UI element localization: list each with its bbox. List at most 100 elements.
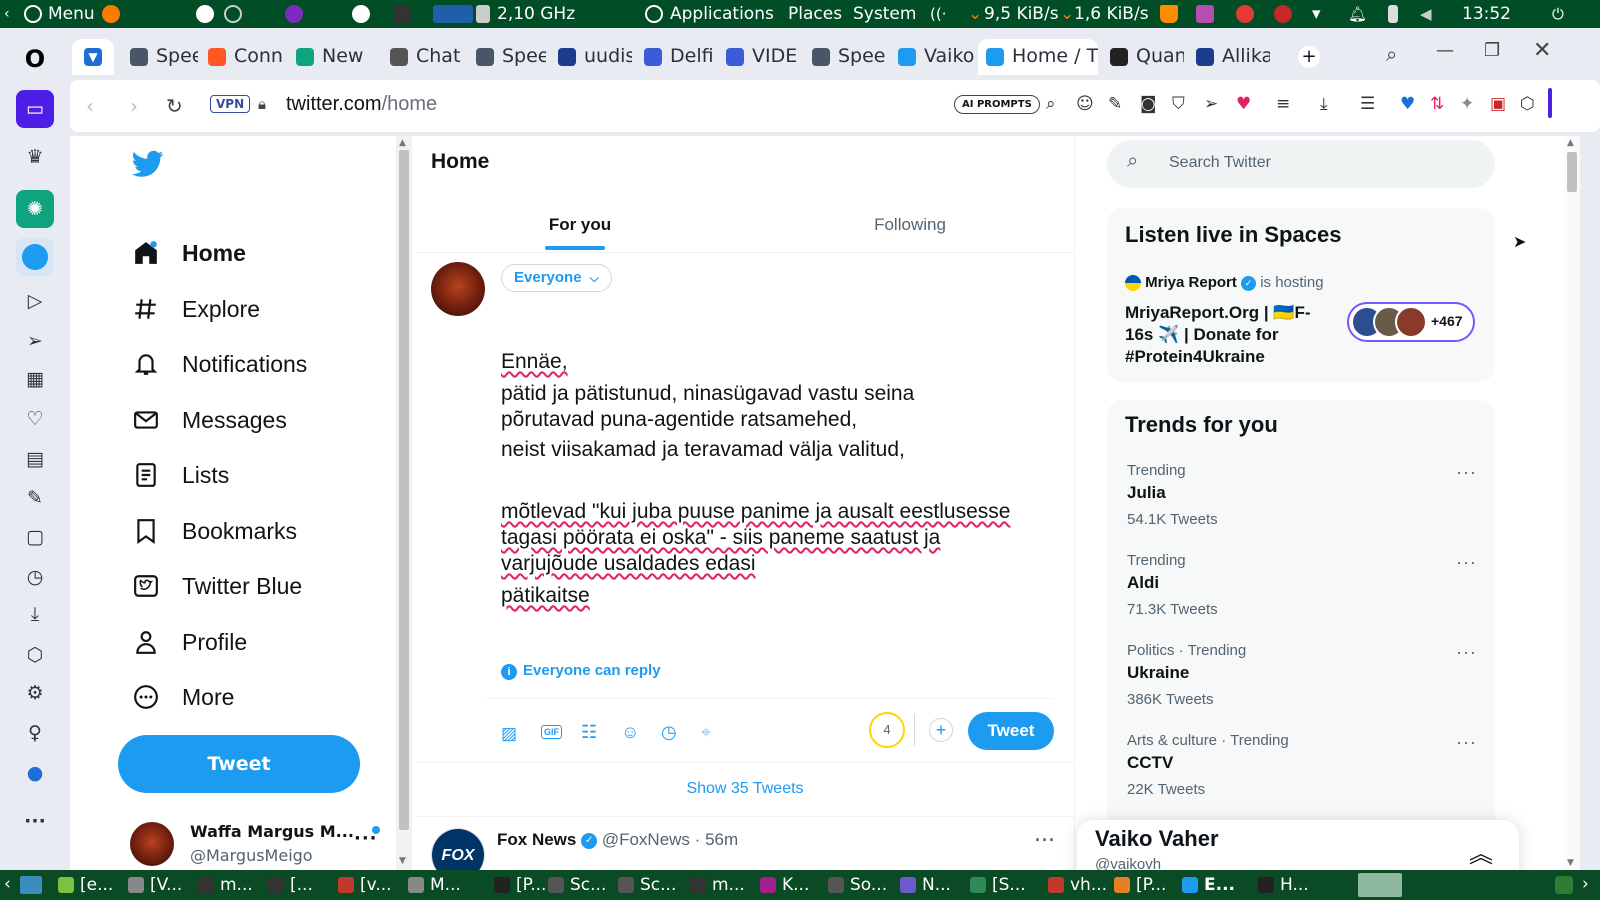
news-icon[interactable]: ▤	[22, 446, 48, 472]
trend-item[interactable]: Arts & culture · Trending CCTV 22K Tweets ·…	[1127, 732, 1477, 798]
fox-news-avatar[interactable]: FOX	[431, 828, 485, 870]
wifi-icon[interactable]: ▾	[1312, 3, 1321, 25]
nav-item-lists[interactable]: Lists	[132, 455, 229, 495]
system-menu[interactable]: System	[853, 3, 916, 25]
taskbar-item[interactable]: N...	[898, 874, 951, 898]
back-button[interactable]: ‹	[86, 94, 94, 118]
taskbar-item[interactable]: Sc...	[546, 874, 606, 898]
search-input[interactable]: Search Twitter	[1169, 154, 1271, 172]
bell-tray-icon[interactable]: 🔔︎	[1348, 3, 1367, 25]
taskbar-item[interactable]: [P...	[492, 874, 546, 898]
page-scroll-down-icon[interactable]: ▼	[1567, 858, 1574, 868]
search-box[interactable]: ⌕ Search Twitter	[1107, 140, 1495, 188]
vpn-badge[interactable]: VPN	[210, 95, 251, 113]
search-page-icon[interactable]: ⌕	[1046, 94, 1056, 114]
tab-search-icon[interactable]: ⌕	[1386, 42, 1397, 66]
taskbar-left-arrow-icon[interactable]: ‹	[4, 874, 11, 894]
taskbar-item[interactable]: Sc...	[616, 874, 676, 898]
battery-icon[interactable]	[1388, 5, 1398, 23]
trend-item[interactable]: Politics · Trending Ukraine 386K Tweets ···	[1127, 642, 1477, 708]
send-icon[interactable]: ➢	[22, 328, 48, 354]
tabs-icon[interactable]: ▢	[22, 524, 48, 550]
firefox-icon[interactable]	[102, 5, 120, 23]
browser-tab[interactable]: Spee	[468, 39, 546, 75]
browser-tab[interactable]: Allika	[1188, 39, 1270, 75]
taskbar-item[interactable]: vh...	[1046, 874, 1107, 898]
restore-button[interactable]: ❐	[1484, 40, 1500, 61]
poll-icon[interactable]: ☷	[581, 722, 597, 743]
download-icon[interactable]: ⤓	[1320, 94, 1328, 114]
taskbar-item[interactable]: [...	[266, 874, 313, 898]
taskbar-item[interactable]: K...	[758, 874, 809, 898]
tweet-submit-button[interactable]: Tweet	[968, 712, 1054, 750]
gif-icon[interactable]: GIF	[541, 725, 562, 739]
browser-tab[interactable]: Delfi	[636, 39, 714, 75]
opera-logo-icon[interactable]: O	[22, 45, 48, 73]
profile-indicator[interactable]	[1548, 88, 1552, 118]
tab-following[interactable]: Following	[745, 198, 1075, 252]
location-icon[interactable]: ⌖	[701, 722, 711, 743]
twitter-sidebar-icon[interactable]	[16, 238, 54, 276]
ai-prompts-button[interactable]: AI PROMPTS	[954, 95, 1040, 114]
ext-heart-icon[interactable]: ♥	[1400, 94, 1415, 114]
nav-item-notifications[interactable]: Notifications	[132, 344, 307, 384]
browser-tab[interactable]: Spee	[122, 39, 198, 75]
pin-board-icon[interactable]: ✎	[22, 485, 48, 511]
nav-item-bookmarks[interactable]: Bookmarks	[132, 511, 297, 551]
downloads-icon[interactable]: ⤓	[22, 601, 48, 627]
space-title[interactable]: MriyaReport.Org | 🇺🇦F-16s ✈️ | Donate fo…	[1125, 302, 1335, 368]
ext-box-icon[interactable]: ▣	[1490, 94, 1506, 114]
tweet-author[interactable]: Fox News	[497, 830, 576, 849]
edit-icon[interactable]: ✎	[1108, 94, 1122, 114]
podcast-icon[interactable]	[285, 5, 303, 23]
panel-left-arrow-icon[interactable]: ‹	[4, 3, 10, 25]
nav-scroll-thumb[interactable]	[399, 150, 409, 830]
trend-more-icon[interactable]: ···	[1456, 642, 1477, 663]
messages-drawer[interactable]: Vaiko Vaher @vaikovh ︽	[1077, 820, 1519, 870]
emoji-icon[interactable]: ☺	[1076, 94, 1094, 114]
reload-button[interactable]: ↻	[166, 94, 183, 118]
trend-more-icon[interactable]: ···	[1456, 732, 1477, 753]
taskbar-item[interactable]: E...	[1180, 874, 1235, 898]
show-desktop-icon[interactable]	[20, 876, 42, 894]
url-text[interactable]: twitter.com/home	[286, 93, 437, 116]
space-host-name[interactable]: Mriya Report	[1145, 274, 1237, 291]
tweet-compose-button[interactable]: Tweet	[118, 735, 360, 793]
taskbar-item[interactable]: So...	[826, 874, 887, 898]
tray-app-icon[interactable]	[1555, 876, 1573, 894]
add-thread-button[interactable]: +	[929, 718, 953, 742]
audience-selector[interactable]: Everyone ⌵	[501, 264, 612, 292]
browser-tab[interactable]: Home / Tv	[978, 39, 1098, 75]
menu-button[interactable]: Menu	[48, 3, 95, 25]
workspace-icon[interactable]: ▭	[16, 90, 54, 128]
heart-icon[interactable]: ♡	[22, 406, 48, 432]
space-listeners[interactable]: +467	[1347, 302, 1475, 342]
page-scroll-thumb[interactable]	[1567, 152, 1577, 192]
schedule-icon[interactable]: ◷	[661, 722, 677, 743]
clock[interactable]: 13:52	[1462, 3, 1511, 25]
page-scrollbar[interactable]: ▲ ▼	[1564, 136, 1580, 870]
browser-tab[interactable]: New	[288, 39, 378, 75]
nav-item-home[interactable]: Home	[132, 233, 246, 273]
taskbar-item[interactable]: [P...	[1112, 874, 1166, 898]
notification-badge-icon[interactable]	[1236, 5, 1254, 23]
crown-icon[interactable]: ♛	[22, 144, 48, 170]
close-window-button[interactable]: ✕	[1533, 38, 1551, 63]
new-tab-button[interactable]: +	[1298, 46, 1320, 68]
show-new-tweets-button[interactable]: Show 35 Tweets	[415, 762, 1075, 816]
nav-item-messages[interactable]: Messages	[132, 400, 287, 440]
player-bar-icon[interactable]: ≡	[1276, 94, 1290, 114]
app-launcher-icon[interactable]	[196, 5, 214, 23]
nav-item-profile[interactable]: Profile	[132, 622, 247, 662]
scroll-up-arrow-icon[interactable]: ▲	[399, 138, 406, 148]
nav-item-explore[interactable]: Explore	[132, 289, 260, 329]
vlc-icon[interactable]	[1160, 5, 1178, 23]
twitter-logo-icon[interactable]	[132, 150, 164, 178]
sidebar-more-icon[interactable]: ···	[22, 808, 48, 834]
applications-menu[interactable]: Applications	[670, 3, 774, 25]
ext-arrows-icon[interactable]: ⇅	[1430, 94, 1444, 114]
taskbar-item[interactable]: m...	[688, 874, 745, 898]
chat-bubble-icon[interactable]: ●	[22, 760, 48, 786]
browser-tab[interactable]: Quan	[1102, 39, 1184, 75]
taskbar-right-arrow-icon[interactable]: ›	[1582, 874, 1589, 894]
